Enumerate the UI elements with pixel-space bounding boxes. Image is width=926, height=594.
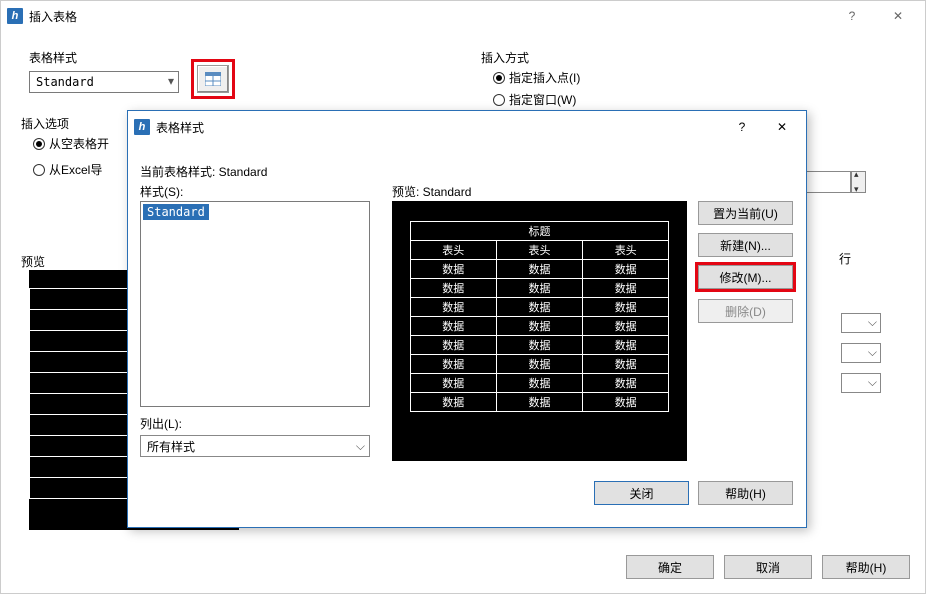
- preview-header-cell: 表头: [410, 241, 496, 260]
- cancel-button[interactable]: 取消: [724, 555, 812, 579]
- preview-header-cell: 表头: [583, 241, 669, 260]
- radio-empty-table[interactable]: 从空表格开: [33, 135, 109, 152]
- preview-data-cell: 数据: [583, 355, 669, 374]
- preview-data-cell: 数据: [410, 260, 496, 279]
- radio-insertion-point[interactable]: 指定插入点(I): [493, 69, 580, 86]
- child-preview: 标题 表头 表头 表头 数据数据数据 数据数据数据 数据数据数据 数据数据数据 …: [392, 201, 687, 461]
- preview-data-cell: 数据: [583, 393, 669, 412]
- current-style-label: 当前表格样式: Standard: [140, 163, 267, 180]
- tablestyle-edit-icon: [205, 72, 221, 86]
- help-button[interactable]: 帮助(H): [822, 555, 910, 579]
- table-style-dialog: h 表格样式 ? ✕ 当前表格样式: Standard 样式(S): Stand…: [127, 110, 807, 528]
- radio-insertion-point-label: 指定插入点(I): [509, 69, 580, 86]
- ok-button[interactable]: 确定: [626, 555, 714, 579]
- radio-empty-label: 从空表格开: [49, 135, 109, 152]
- edit-style-button[interactable]: [197, 65, 229, 93]
- parent-title: 插入表格: [29, 8, 829, 25]
- preview-data-cell: 数据: [583, 260, 669, 279]
- preview-data-cell: 数据: [583, 298, 669, 317]
- set-current-label: 置为当前(U): [713, 205, 778, 222]
- preview-data-cell: 数据: [583, 317, 669, 336]
- new-style-button[interactable]: 新建(N)...: [698, 233, 793, 257]
- list-filter-combo[interactable]: 所有样式: [140, 435, 370, 457]
- new-style-label: 新建(N)...: [720, 237, 771, 254]
- preview-data-cell: 数据: [583, 336, 669, 355]
- child-help-button[interactable]: 帮助(H): [698, 481, 793, 505]
- list-filter-value: 所有样式: [147, 438, 195, 455]
- help-label: 帮助(H): [846, 559, 887, 576]
- radio-dot-icon: [493, 72, 505, 84]
- preview-table: 标题 表头 表头 表头 数据数据数据 数据数据数据 数据数据数据 数据数据数据 …: [410, 221, 670, 412]
- cancel-label: 取消: [756, 559, 780, 576]
- preview-data-cell: 数据: [583, 279, 669, 298]
- parent-preview-label: 预览: [21, 253, 45, 270]
- preview-data-cell: 数据: [410, 355, 496, 374]
- style-item-standard[interactable]: Standard: [143, 204, 209, 220]
- radio-window[interactable]: 指定窗口(W): [493, 91, 576, 108]
- child-help-label: 帮助(H): [725, 485, 766, 502]
- rows-label: 行: [839, 250, 851, 267]
- preview-data-cell: 数据: [410, 317, 496, 336]
- radio-window-label: 指定窗口(W): [509, 91, 576, 108]
- child-title: 表格样式: [156, 119, 722, 136]
- child-titlebar: h 表格样式 ? ✕: [128, 111, 806, 143]
- group-insertmethod-label: 插入方式: [481, 49, 529, 66]
- group-options-label: 插入选项: [21, 115, 69, 132]
- modify-style-button[interactable]: 修改(M)...: [698, 265, 793, 289]
- styles-listbox[interactable]: Standard: [140, 201, 370, 407]
- close-label: 关闭: [629, 485, 653, 502]
- child-preview-label: 预览: Standard: [392, 183, 471, 200]
- preview-data-cell: 数据: [496, 374, 582, 393]
- preview-data-cell: 数据: [410, 393, 496, 412]
- preview-data-cell: 数据: [583, 374, 669, 393]
- styles-label: 样式(S):: [140, 183, 183, 200]
- delete-style-label: 删除(D): [725, 303, 766, 320]
- group-tablestyle-label: 表格样式: [29, 49, 77, 66]
- preview-data-cell: 数据: [496, 317, 582, 336]
- spin-updown-icon[interactable]: [851, 171, 866, 193]
- radio-excel-label: 从Excel导: [49, 161, 102, 178]
- radio-from-excel[interactable]: 从Excel导: [33, 161, 102, 178]
- preview-data-cell: 数据: [410, 374, 496, 393]
- tablestyle-combo[interactable]: Standard: [29, 71, 179, 93]
- combo-b[interactable]: [841, 343, 881, 363]
- preview-data-cell: 数据: [496, 336, 582, 355]
- app-icon: h: [7, 8, 23, 24]
- preview-data-cell: 数据: [410, 279, 496, 298]
- preview-data-cell: 数据: [496, 260, 582, 279]
- close-button[interactable]: 关闭: [594, 481, 689, 505]
- delete-style-button: 删除(D): [698, 299, 793, 323]
- preview-data-cell: 数据: [496, 355, 582, 374]
- child-body: 当前表格样式: Standard 样式(S): Standard 列出(L): …: [140, 151, 794, 515]
- radio-dot-icon: [33, 164, 45, 176]
- preview-title-cell: 标题: [410, 222, 669, 241]
- set-current-button[interactable]: 置为当前(U): [698, 201, 793, 225]
- combo-a[interactable]: [841, 313, 881, 333]
- radio-dot-icon: [33, 138, 45, 150]
- app-icon: h: [134, 119, 150, 135]
- preview-header-cell: 表头: [496, 241, 582, 260]
- radio-dot-icon: [493, 94, 505, 106]
- preview-data-cell: 数据: [496, 393, 582, 412]
- help-icon[interactable]: ?: [829, 2, 875, 30]
- preview-data-cell: 数据: [410, 298, 496, 317]
- child-help-icon[interactable]: ?: [722, 113, 762, 141]
- close-icon[interactable]: ✕: [875, 2, 921, 30]
- preview-data-cell: 数据: [410, 336, 496, 355]
- tablestyle-combo-value: Standard: [36, 75, 94, 89]
- child-close-icon[interactable]: ✕: [762, 113, 802, 141]
- edit-style-highlight: [191, 59, 235, 99]
- modify-style-label: 修改(M)...: [720, 269, 772, 286]
- preview-data-cell: 数据: [496, 298, 582, 317]
- combo-c[interactable]: [841, 373, 881, 393]
- ok-label: 确定: [658, 559, 682, 576]
- parent-titlebar: h 插入表格 ? ✕: [1, 1, 925, 31]
- preview-data-cell: 数据: [496, 279, 582, 298]
- list-filter-label: 列出(L):: [140, 415, 182, 432]
